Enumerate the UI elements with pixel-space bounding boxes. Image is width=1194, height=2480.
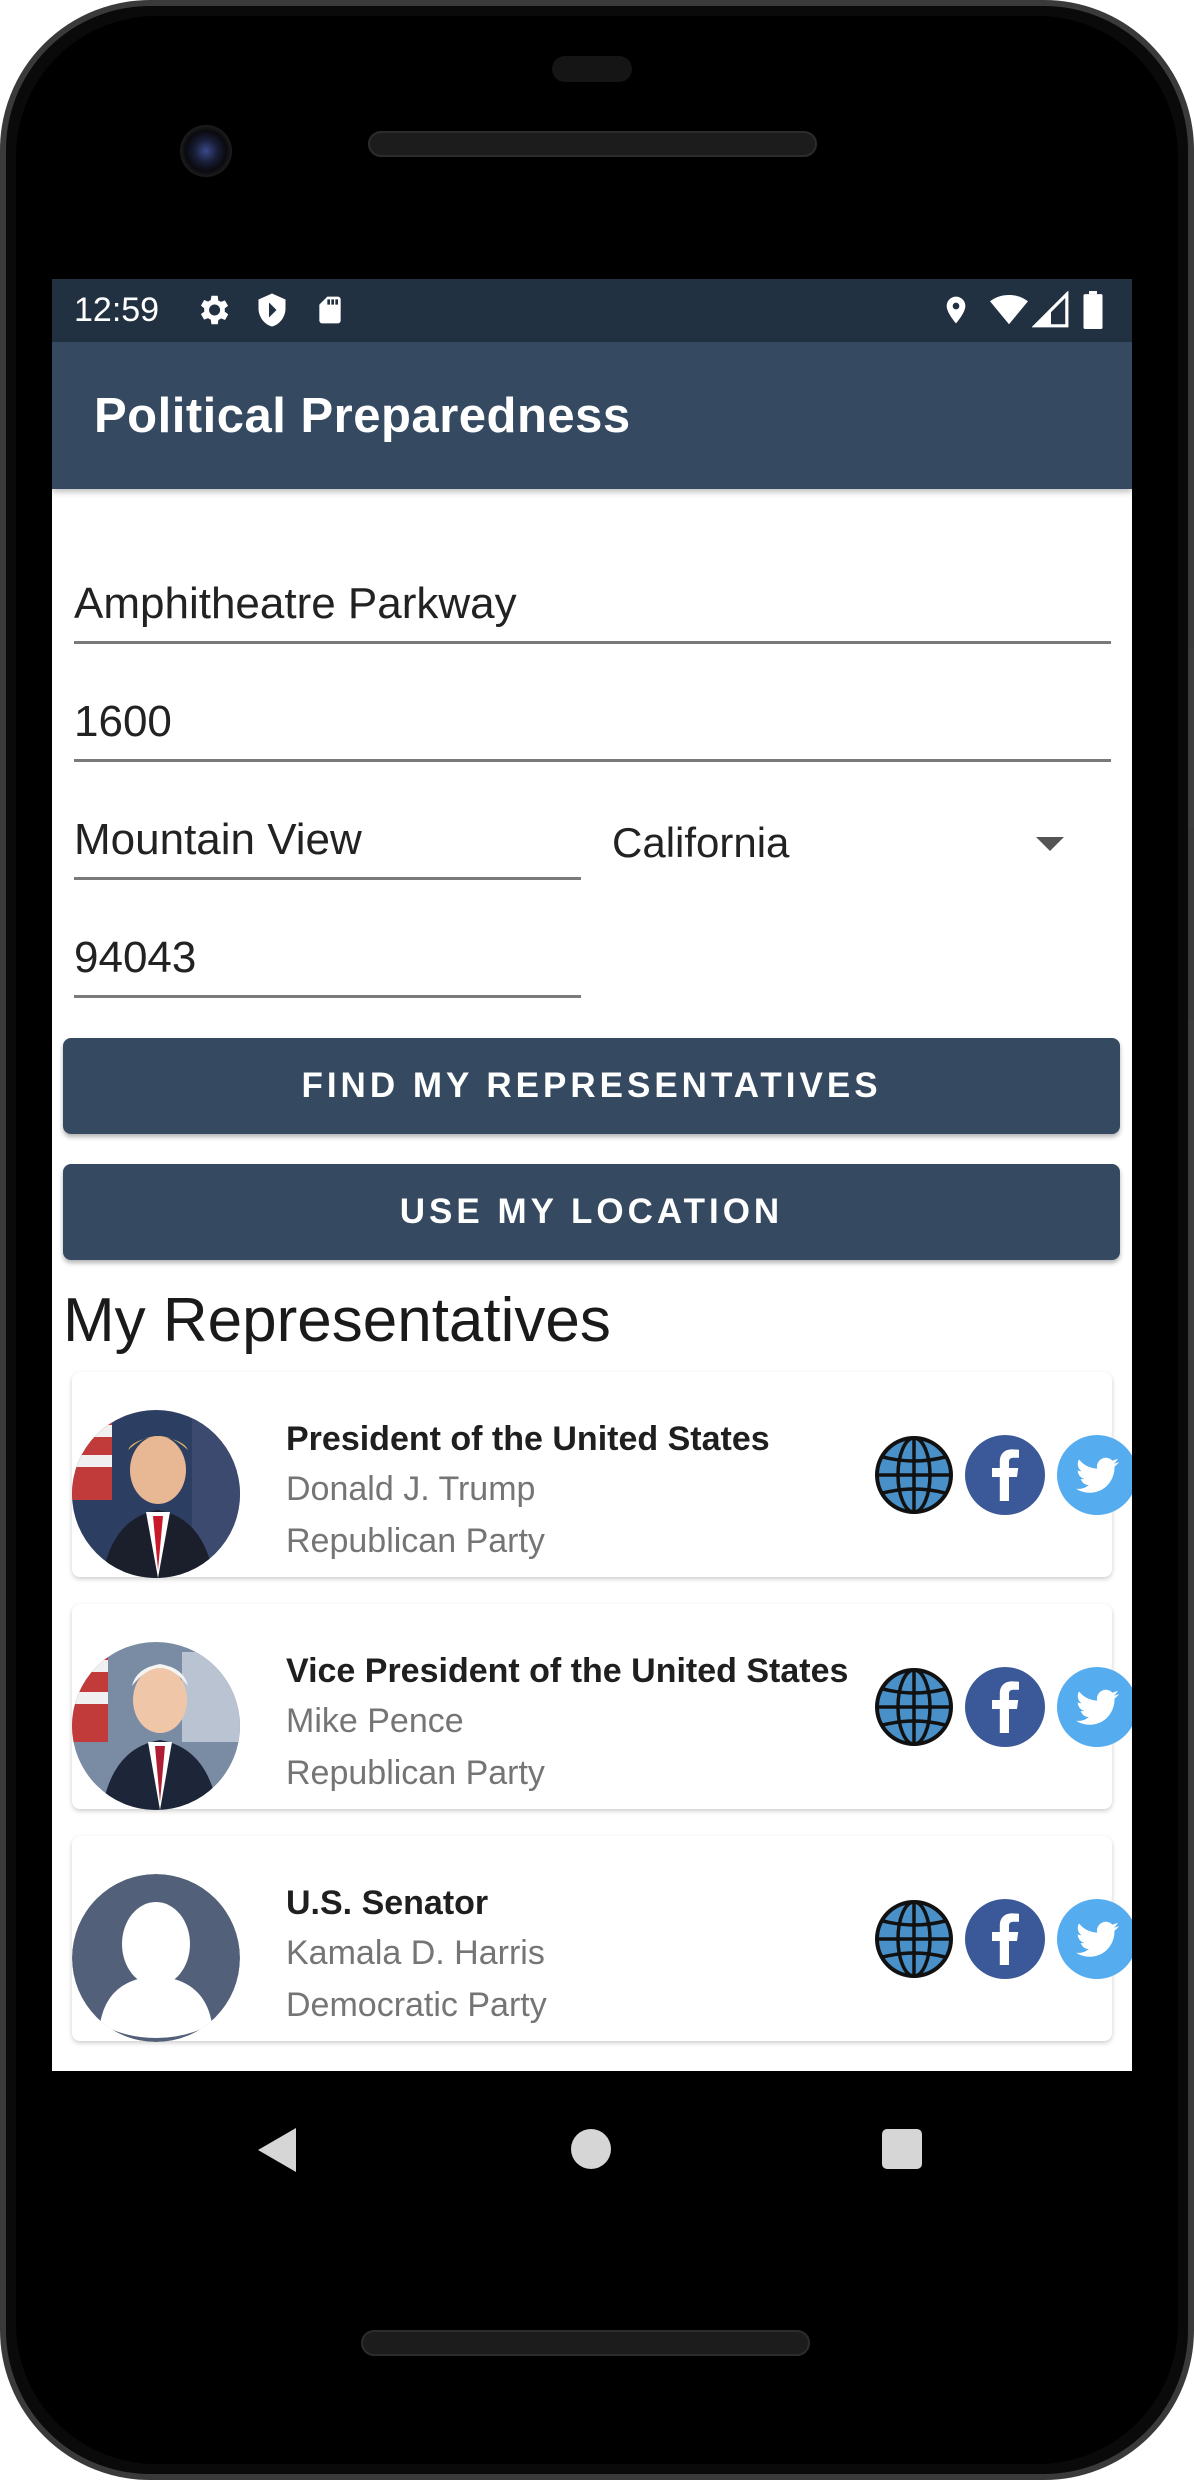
front-camera <box>180 125 232 177</box>
status-time: 12:59 <box>74 291 160 329</box>
zip-value: 94043 <box>74 933 197 982</box>
shield-icon <box>258 293 286 327</box>
zip-field[interactable]: 94043 <box>74 926 581 998</box>
representative-office: Vice President of the United States <box>286 1652 849 1690</box>
representative-office: U.S. Senator <box>286 1884 489 1922</box>
volume-button <box>1188 648 1194 828</box>
representative-card[interactable]: President of the United States Donald J.… <box>72 1372 1132 1578</box>
earpiece <box>552 56 632 82</box>
settings-icon <box>200 295 229 325</box>
power-button <box>1188 1020 1194 1360</box>
globe-icon[interactable] <box>874 1899 954 1979</box>
representative-party: Republican Party <box>286 1754 545 1792</box>
representative-party: Republican Party <box>286 1522 545 1560</box>
address-line-1-field[interactable]: Amphitheatre Parkway <box>74 572 1111 644</box>
facebook-icon[interactable] <box>965 1435 1045 1515</box>
back-icon[interactable] <box>258 2128 296 2172</box>
facebook-icon[interactable] <box>965 1667 1045 1747</box>
city-value: Mountain View <box>74 815 362 864</box>
twitter-icon[interactable] <box>1057 1435 1132 1515</box>
representative-name: Kamala D. Harris <box>286 1934 545 1972</box>
facebook-icon[interactable] <box>965 1899 1045 1979</box>
representative-card[interactable]: Vice President of the United States Mike… <box>72 1604 1132 1810</box>
app-screen: 12:59 Political Preparedness Amphitheatr… <box>52 279 1132 2071</box>
bottom-speaker-grille <box>361 2330 810 2356</box>
globe-icon[interactable] <box>874 1435 954 1515</box>
section-title: My Representatives <box>63 1286 611 1355</box>
representative-party: Democratic Party <box>286 1986 547 2024</box>
wifi-icon <box>990 294 1028 325</box>
status-bar: 12:59 <box>52 279 1132 342</box>
default-profile-icon <box>72 1874 240 2042</box>
app-title: Political Preparedness <box>94 389 631 443</box>
representative-office: President of the United States <box>286 1420 770 1458</box>
address-line-1-value: Amphitheatre Parkway <box>74 579 517 628</box>
state-value: California <box>612 819 790 866</box>
recents-icon[interactable] <box>882 2129 922 2169</box>
twitter-icon[interactable] <box>1057 1667 1132 1747</box>
city-field[interactable]: Mountain View <box>74 808 581 880</box>
navigation-bar <box>0 2071 1194 2191</box>
dropdown-arrow-icon <box>1036 837 1064 851</box>
app-bar: Political Preparedness <box>52 342 1132 489</box>
globe-icon[interactable] <box>874 1667 954 1747</box>
address-line-2-field[interactable]: 1600 <box>74 690 1111 762</box>
top-speaker-grille <box>368 131 817 157</box>
location-pin-icon <box>946 296 966 324</box>
representative-name: Mike Pence <box>286 1702 464 1740</box>
home-icon[interactable] <box>571 2129 611 2169</box>
sd-card-icon <box>319 296 341 324</box>
find-representatives-button[interactable]: FIND MY REPRESENTATIVES <box>63 1038 1120 1134</box>
address-line-2-value: 1600 <box>74 697 172 746</box>
representative-photo <box>72 1410 240 1578</box>
representative-photo <box>72 1642 240 1810</box>
state-dropdown[interactable]: California <box>612 807 1112 879</box>
signal-icon <box>1032 291 1069 328</box>
twitter-icon[interactable] <box>1057 1899 1132 1979</box>
battery-icon <box>1083 291 1103 329</box>
representative-name: Donald J. Trump <box>286 1470 536 1508</box>
use-my-location-button[interactable]: USE MY LOCATION <box>63 1164 1120 1260</box>
representative-card[interactable]: U.S. Senator Kamala D. Harris Democratic… <box>72 1836 1132 2042</box>
